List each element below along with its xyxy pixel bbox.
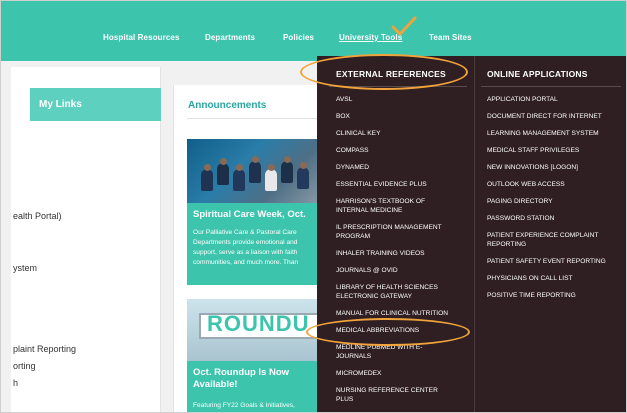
link-paging-directory[interactable]: PAGING DIRECTORY [487, 197, 625, 206]
roundup-body: Featuring FY22 Goals & Initiatives, [193, 402, 295, 409]
link-clinical-key[interactable]: CLINICAL KEY [336, 129, 468, 138]
staff-figure [281, 156, 293, 183]
staff-figure [233, 164, 245, 191]
link-application-portal[interactable]: APPLICATION PORTAL [487, 95, 625, 104]
body-line: Departments provide emotional and [193, 239, 298, 246]
spiritual-care-photo[interactable] [187, 139, 321, 203]
column-divider [474, 56, 475, 412]
link-box[interactable]: BOX [336, 112, 468, 121]
link-compass[interactable]: COMPASS [336, 146, 468, 155]
my-links-label: My Links [39, 99, 82, 110]
roundup-sign-text: ROUNDU [207, 311, 310, 336]
nav-policies[interactable]: Policies [283, 33, 314, 42]
link-document-direct[interactable]: DOCUMENT DIRECT FOR INTERNET [487, 112, 626, 121]
staff-figure [297, 162, 309, 189]
nav-departments[interactable]: Departments [205, 33, 255, 42]
link-nursing-reference-center[interactable]: NURSING REFERENCE CENTER PLUS [336, 386, 448, 404]
body-line: support, serve as a liaison with faith [193, 249, 298, 256]
link-dynamed[interactable]: DYNAMED [336, 163, 468, 172]
left-link-5[interactable]: h [13, 378, 18, 388]
spiritual-care-body: Our Palliative Care & Pastoral Care Depa… [193, 228, 321, 268]
left-link-1[interactable]: ealth Portal) [13, 211, 62, 221]
link-avsl[interactable]: AVSL [336, 95, 468, 104]
staff-figure [249, 156, 261, 183]
left-link-4[interactable]: orting [13, 361, 36, 371]
link-outlook-web-access[interactable]: OUTLOOK WEB ACCESS [487, 180, 625, 189]
link-journals-ovid[interactable]: JOURNALS @ OVID [336, 266, 468, 275]
link-patient-experience-complaint[interactable]: PATIENT EXPERIENCE COMPLAINT REPORTING [487, 231, 623, 249]
highlight-ellipse-external-references [300, 54, 468, 90]
staff-figure [201, 164, 213, 191]
link-harrisons-textbook[interactable]: HARRISON'S TEXTBOOK OF INTERNAL MEDICINE [336, 197, 448, 215]
staff-figure [217, 158, 229, 185]
left-link-2[interactable]: ystem [13, 263, 37, 273]
link-essential-evidence-plus[interactable]: ESSENTIAL EVIDENCE PLUS [336, 180, 468, 189]
browser-viewport: Hospital Resources Departments Policies … [0, 0, 627, 413]
body-line: communities, and much more. Than [193, 259, 299, 266]
announcements-divider [187, 118, 317, 119]
nav-hospital-resources[interactable]: Hospital Resources [103, 33, 180, 42]
top-navigation-bar: Hospital Resources Departments Policies … [1, 1, 626, 61]
staff-figure [265, 164, 277, 191]
link-password-station[interactable]: PASSWORD STATION [487, 214, 625, 223]
link-physicians-on-call[interactable]: PHYSICIANS ON CALL LIST [487, 274, 625, 283]
link-inhaler-training-videos[interactable]: INHALER TRAINING VIDEOS [336, 249, 468, 258]
checkmark-icon [391, 16, 417, 36]
left-link-3[interactable]: plaint Reporting [13, 344, 76, 354]
link-library-health-sciences[interactable]: LIBRARY OF HEALTH SCIENCES ELECTRONIC GA… [336, 283, 468, 301]
university-tools-dropdown: EXTERNAL REFERENCES ONLINE APPLICATIONS … [317, 56, 626, 412]
roundup-title[interactable]: Oct. Roundup Is Now Available! [193, 367, 313, 391]
link-medical-staff-privileges[interactable]: MEDICAL STAFF PRIVILEGES [487, 146, 625, 155]
online-applications-heading: ONLINE APPLICATIONS [487, 69, 588, 79]
link-manual-clinical-nutrition[interactable]: MANUAL FOR CLINICAL NUTRITION [336, 309, 474, 318]
link-learning-management[interactable]: LEARNING MANAGEMENT SYSTEM [487, 129, 626, 138]
link-positive-time-reporting[interactable]: POSITIVE TIME REPORTING [487, 291, 625, 300]
heading-rule [481, 86, 621, 87]
roundup-banner-image[interactable]: ROUNDU [187, 299, 321, 361]
link-il-prescription-program[interactable]: IL PRESCRIPTION MANAGEMENT PROGRAM [336, 223, 472, 241]
highlight-ellipse-medical-abbreviations [306, 318, 470, 346]
announcements-heading: Announcements [188, 100, 267, 111]
spiritual-care-title[interactable]: Spiritual Care Week, Oct. [193, 209, 306, 220]
link-micromedex[interactable]: MICROMEDEX [336, 369, 468, 378]
link-new-innovations[interactable]: NEW INNOVATIONS [LOGON] [487, 163, 625, 172]
link-patient-safety-event[interactable]: PATIENT SAFETY EVENT REPORTING [487, 257, 626, 266]
my-links-tab[interactable]: My Links [30, 88, 161, 121]
nav-team-sites[interactable]: Team Sites [429, 33, 472, 42]
body-line: Our Palliative Care & Pastoral Care [193, 229, 297, 236]
